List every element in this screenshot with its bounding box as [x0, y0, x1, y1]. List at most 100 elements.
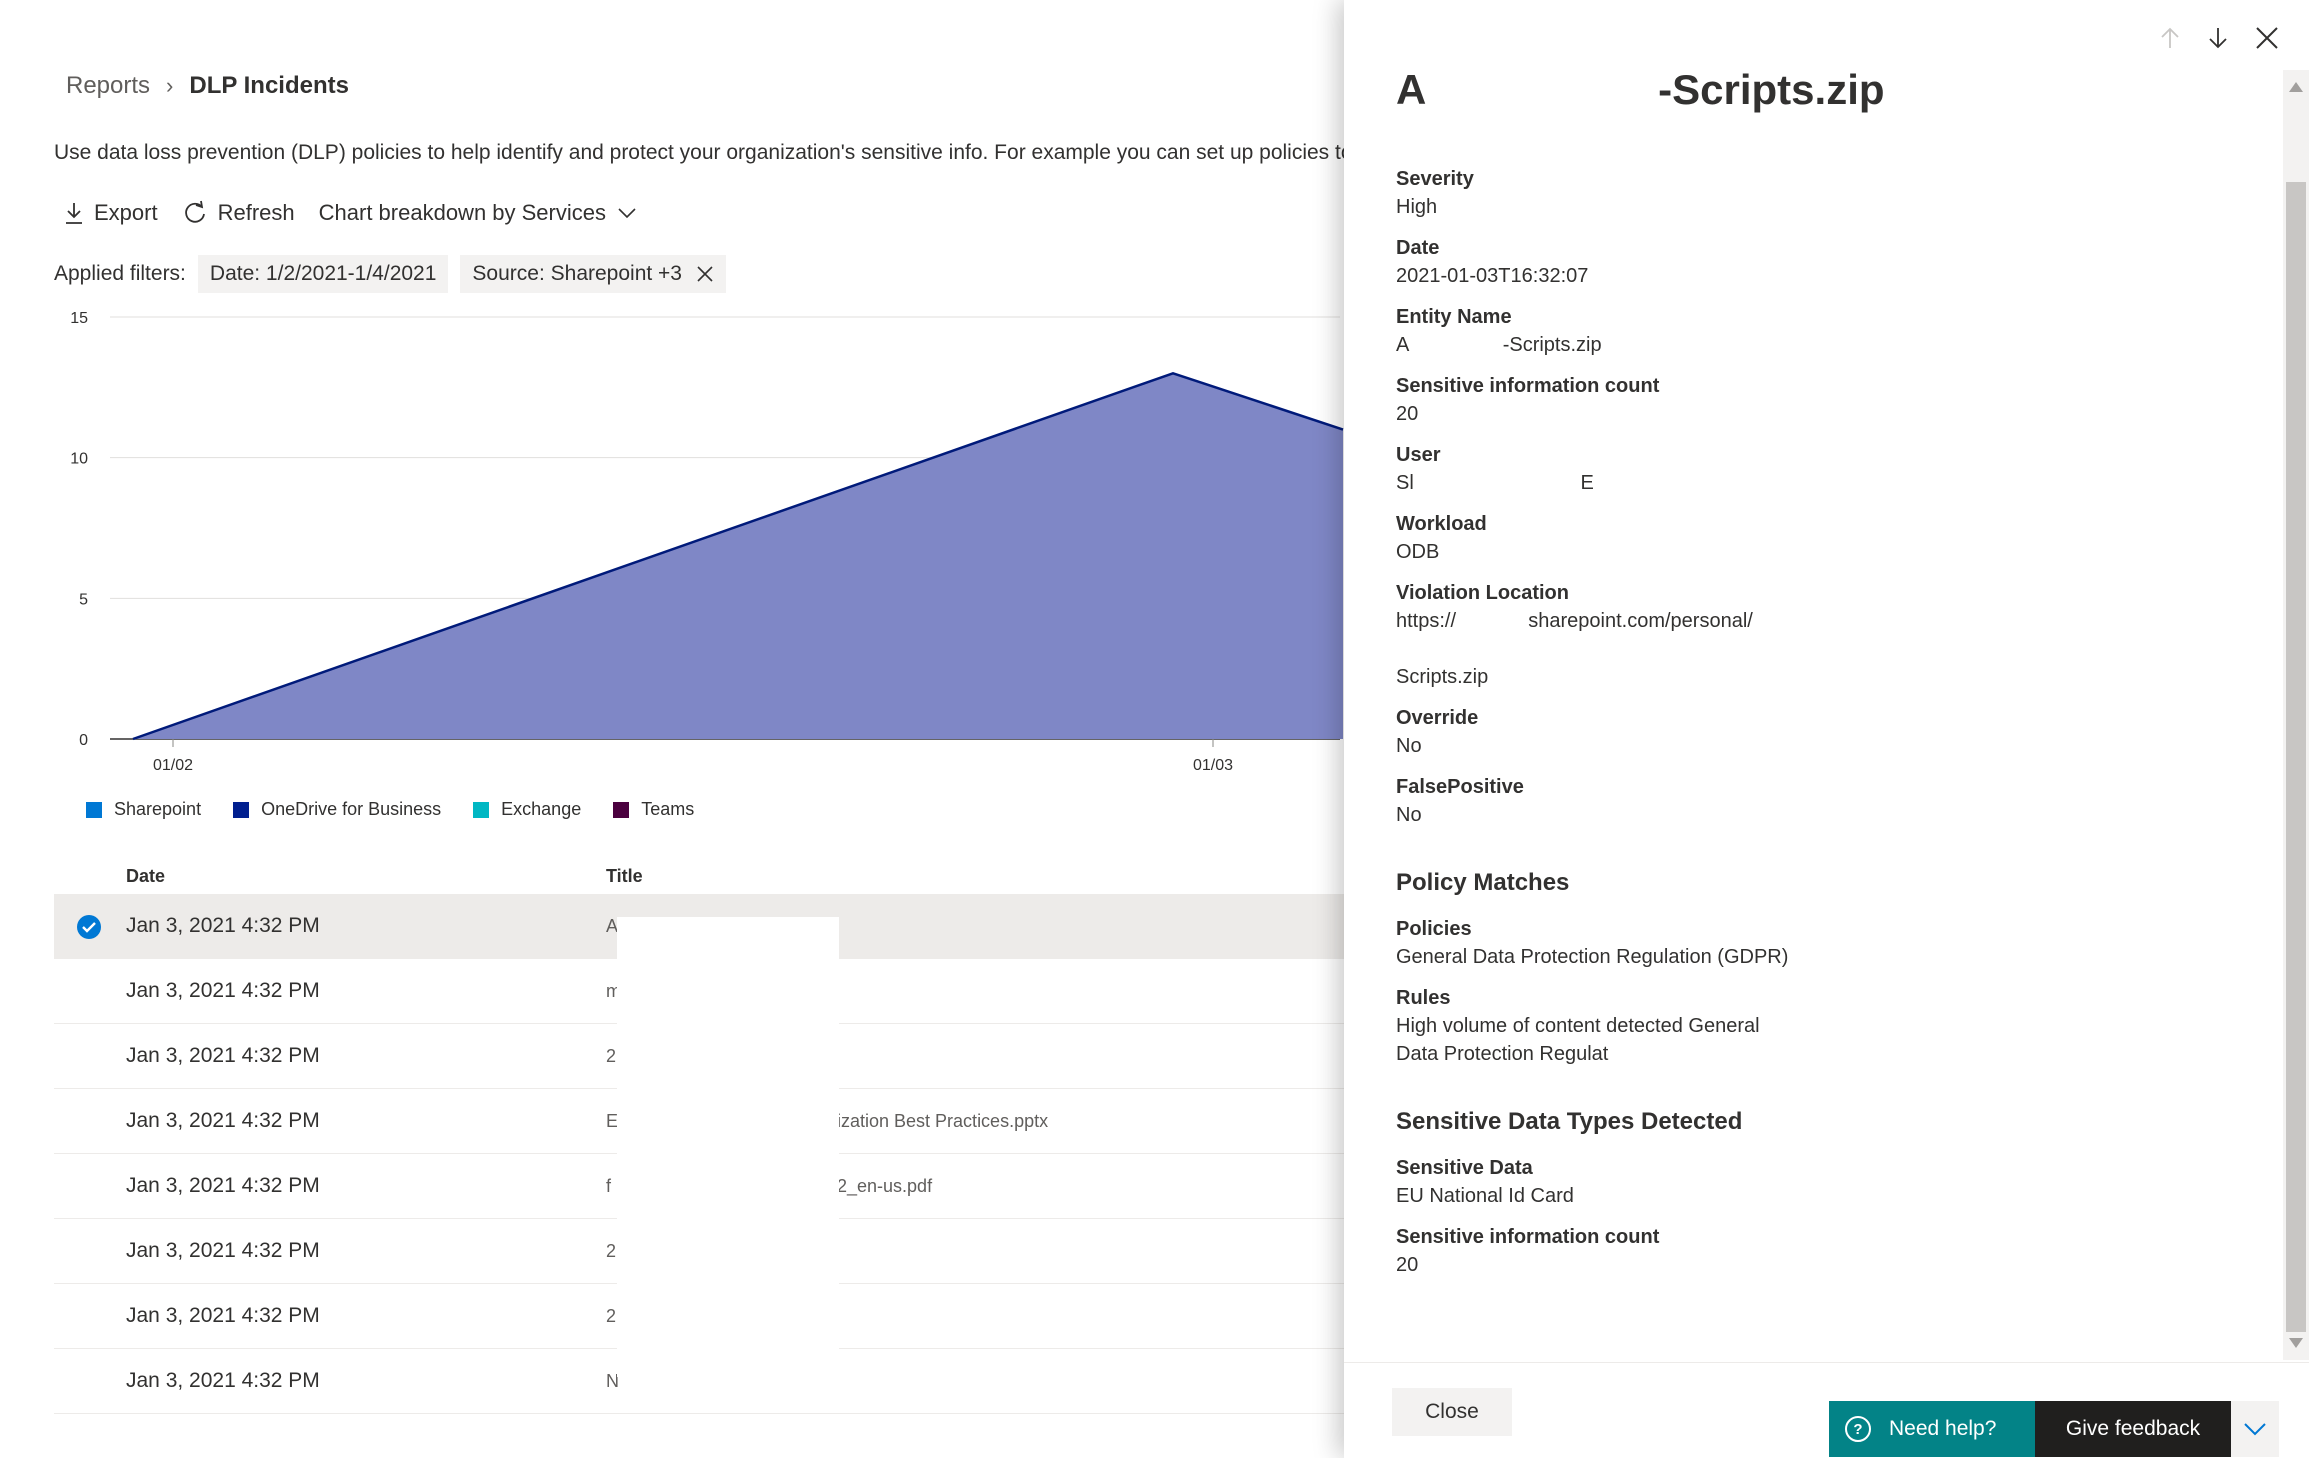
series-area — [133, 373, 1343, 739]
refresh-label: Refresh — [217, 200, 295, 225]
row-date: Jan 3, 2021 4:32 PM — [126, 979, 320, 1002]
detail-field-label: Sensitive information count — [1396, 1226, 1660, 1248]
date-filter-chip[interactable]: Date: 1/2/2021-1/4/2021 — [197, 255, 449, 293]
legend-swatch — [233, 801, 250, 818]
row-date: Jan 3, 2021 4:32 PM — [126, 1109, 320, 1132]
detail-field-label: Entity Name — [1396, 306, 1512, 328]
panel-scrollbar[interactable] — [2283, 70, 2309, 1360]
detail-field-value: No — [1396, 735, 1422, 757]
scrollbar-thumb[interactable] — [2286, 182, 2306, 1332]
chart-legend: Sharepoint OneDrive for Business Exchange T… — [86, 799, 726, 820]
checkmark-circle-icon[interactable] — [76, 914, 102, 946]
redacted-area — [617, 917, 839, 1377]
arrow-down-icon[interactable] — [2207, 26, 2229, 50]
detail-field: Workload ODB — [1396, 510, 2036, 566]
row-date: Jan 3, 2021 4:32 PM — [126, 1044, 320, 1067]
y-tick-label: 5 — [79, 591, 88, 608]
legend-label: Sharepoint — [114, 799, 202, 819]
close-button[interactable]: Close — [1392, 1388, 1512, 1436]
row-title[interactable]: 2 — [606, 1241, 616, 1262]
detail-field-label: Sensitive information count — [1396, 375, 1660, 397]
row-title[interactable]: 2 — [606, 1046, 616, 1067]
source-filter-label: Source: Sharepoint +3 — [472, 262, 682, 285]
detail-field: Sensitive information count 20 — [1396, 1223, 2036, 1279]
scroll-down-icon[interactable] — [2289, 1338, 2303, 1348]
detail-field: Date 2021-01-03T16:32:07 — [1396, 234, 2036, 290]
scroll-up-icon[interactable] — [2289, 82, 2303, 92]
legend-item[interactable]: Teams — [613, 799, 694, 820]
detail-field-label: Severity — [1396, 168, 1474, 190]
row-title[interactable]: 2 — [606, 1306, 616, 1327]
detail-field: User Sl E — [1396, 441, 2036, 497]
detail-field: Severity High — [1396, 165, 2036, 221]
incidents-area-chart: 0 5 10 15 01/02 01/03 — [70, 310, 1344, 774]
help-icon: ? — [1845, 1416, 1871, 1442]
row-date: Jan 3, 2021 4:32 PM — [126, 1174, 320, 1197]
detail-field-value: High — [1396, 196, 1438, 218]
close-icon[interactable] — [2255, 26, 2279, 50]
close-icon[interactable] — [696, 265, 714, 283]
row-title-suffix: 2_en-us.pdf — [837, 1176, 933, 1196]
sensitive-data-types-heading: Sensitive Data Types Detected — [1396, 1108, 1743, 1135]
give-feedback-button[interactable]: Give feedback — [2035, 1401, 2231, 1457]
legend-label: OneDrive for Business — [261, 799, 442, 819]
detail-field: Sensitive Data EU National Id Card — [1396, 1154, 2036, 1210]
refresh-icon — [184, 200, 205, 223]
x-tick-label: 01/02 — [153, 757, 193, 774]
applied-filters-label: Applied filters: — [54, 262, 186, 285]
detail-field-label: User — [1396, 444, 1441, 466]
feedback-collapse-button[interactable] — [2231, 1401, 2279, 1457]
need-help-label: Need help? — [1889, 1417, 1997, 1440]
detail-field: Entity Name A -Scripts.zip — [1396, 303, 2036, 359]
detail-field: FalsePositive No — [1396, 773, 2036, 829]
detail-field-label: Sensitive Data — [1396, 1157, 1533, 1179]
detail-field: Policies General Data Protection Regulati… — [1396, 915, 2036, 971]
legend-label: Exchange — [501, 799, 582, 819]
row-date: Jan 3, 2021 4:32 PM — [126, 914, 320, 937]
breadcrumb-reports[interactable]: Reports — [66, 72, 150, 100]
chart-breakdown-dropdown[interactable]: Chart breakdown by Services — [319, 200, 646, 226]
row-title[interactable]: f — [606, 1176, 611, 1197]
policy-matches-heading: Policy Matches — [1396, 869, 1570, 896]
detail-field: Violation Location https:// sharepoint.co… — [1396, 579, 2036, 691]
source-filter-chip[interactable]: Source: Sharepoint +3 — [460, 255, 726, 293]
row-date: Jan 3, 2021 4:32 PM — [126, 1369, 320, 1392]
row-date: Jan 3, 2021 4:32 PM — [126, 1239, 320, 1262]
detail-field-value: 20 — [1396, 1254, 1419, 1276]
column-header-date[interactable]: Date — [126, 866, 165, 887]
row-title-suffix: ization Best Practices.pptx — [837, 1111, 1049, 1131]
table-header: Date Title — [54, 858, 1344, 894]
export-button[interactable]: Export — [64, 200, 158, 226]
legend-item[interactable]: Exchange — [473, 799, 581, 820]
detail-field-label: Policies — [1396, 918, 1472, 940]
arrow-up-icon[interactable] — [2159, 26, 2181, 50]
detail-field-label: Date — [1396, 237, 1440, 259]
give-feedback-label: Give feedback — [2065, 1417, 2201, 1440]
chevron-right-icon: › — [166, 73, 174, 98]
breadcrumb: Reports › DLP Incidents — [66, 72, 349, 100]
need-help-button[interactable]: ? Need help? — [1829, 1401, 2035, 1457]
detail-field-label: FalsePositive — [1396, 776, 1524, 798]
detail-field-value: Sl E — [1396, 472, 1594, 494]
x-tick-label: 01/03 — [1193, 757, 1233, 774]
chevron-down-icon — [618, 208, 636, 219]
export-label: Export — [94, 200, 158, 225]
refresh-button[interactable]: Refresh — [182, 200, 295, 226]
chevron-down-icon — [2244, 1423, 2266, 1436]
column-header-title[interactable]: Title — [606, 866, 643, 887]
breakdown-label: Chart breakdown by Services — [318, 200, 606, 225]
panel-nav — [2133, 26, 2279, 50]
detail-field-value: 20 — [1396, 403, 1419, 425]
download-icon — [66, 203, 82, 224]
detail-field-value: High volume of content detected General … — [1396, 1015, 1760, 1065]
incident-details-panel: A -Scripts.zip Severity High Date 2021-01-0… — [1344, 0, 2309, 1458]
y-tick-label: 0 — [79, 732, 88, 749]
details-fields: Severity High Date 2021-01-03T16:32:07 Entit… — [1396, 165, 2036, 1292]
legend-swatch — [86, 801, 102, 818]
legend-swatch — [613, 801, 630, 818]
breadcrumb-current: DLP Incidents — [189, 72, 349, 99]
detail-field-label: Rules — [1396, 987, 1451, 1009]
y-tick-label: 10 — [70, 451, 88, 468]
legend-item[interactable]: Sharepoint — [86, 799, 201, 820]
legend-item[interactable]: OneDrive for Business — [233, 799, 441, 820]
